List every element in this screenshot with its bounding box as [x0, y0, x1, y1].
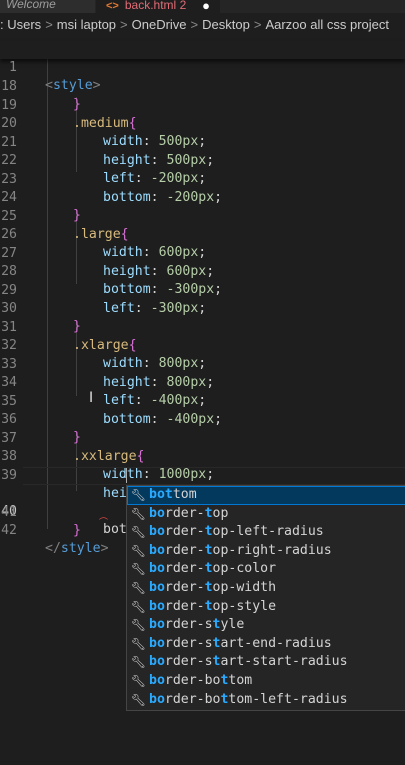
current-line-highlight — [23, 467, 405, 485]
error-squiggle-icon: ︵ — [99, 512, 109, 522]
sticky-scroll-line[interactable]: 1 <style> — [0, 41, 405, 93]
tab-bar: Welcome <> back.html 2 ● — [0, 0, 405, 13]
suggestion-label: border-top — [149, 505, 229, 521]
code-line[interactable]: 29 left: -300px; — [0, 264, 405, 316]
text-cursor — [126, 468, 127, 483]
breadcrumb-desktop[interactable]: Desktop — [202, 17, 250, 32]
suggestion-item[interactable]: 🔧︎ border-top-color — [127, 560, 405, 579]
html-file-icon: <> — [106, 0, 119, 12]
code-line[interactable]: 39 height: 1000px; — [0, 449, 405, 501]
suggestion-label: border-top-right-radius — [149, 542, 332, 558]
wrench-icon: 🔧︎ — [130, 655, 147, 670]
code-line[interactable]: 30 } — [0, 282, 405, 334]
code-line[interactable]: 28 bottom: -300px; — [0, 245, 405, 297]
code-line[interactable]: 23 bottom: -200px; — [0, 153, 405, 205]
breadcrumb-onedrive[interactable]: OneDrive — [132, 17, 187, 32]
code-line[interactable]: 34 left: -400px; — [0, 356, 405, 408]
wrench-icon: 🔧︎ — [130, 692, 147, 707]
code-line[interactable]: 36 } — [0, 393, 405, 445]
unsaved-dot-icon[interactable]: ● — [202, 0, 210, 13]
code-line[interactable]: 22 left: -200px; — [0, 134, 405, 186]
code-line[interactable]: 38 width: 1000px; — [0, 430, 405, 482]
current-code-line[interactable]: 40 bot — [0, 467, 405, 537]
code-line[interactable]: 32 width: 800px; — [0, 319, 405, 371]
suggestion-label: border-top-left-radius — [149, 524, 324, 540]
code-line[interactable]: 24 } — [0, 171, 405, 223]
suggestion-label: border-start-end-radius — [149, 635, 332, 651]
wrench-icon: 🔧︎ — [130, 636, 147, 651]
code-text: <style> — [45, 78, 101, 93]
code-line[interactable]: 31 .xlarge{ — [0, 301, 405, 353]
suggestion-label: border-bottom-left-radius — [149, 691, 348, 707]
code-text: bot — [103, 522, 127, 537]
suggestion-item[interactable]: 🔧︎ border-top-width — [127, 579, 405, 598]
code-line[interactable]: 26 width: 600px; — [0, 208, 405, 260]
suggestion-item[interactable]: 🔧︎ border-style — [127, 616, 405, 635]
suggestion-label: border-top-color — [149, 561, 277, 577]
chevron-right-icon: > — [190, 17, 199, 32]
code-line[interactable]: 27 height: 600px; — [0, 227, 405, 279]
breadcrumb-users[interactable]: Users — [7, 17, 41, 32]
suggestion-item[interactable]: 🔧︎ border-top-style — [127, 598, 405, 617]
suggestion-item[interactable]: 🔧︎ border-bottom — [127, 672, 405, 691]
suggestion-label: border-style — [149, 617, 245, 633]
suggestion-label: border-top-style — [149, 598, 277, 614]
suggestion-item[interactable]: 🔧︎ border-bottom-left-radius — [127, 691, 405, 710]
tab-label: back.html — [124, 0, 177, 12]
wrench-icon: 🔧︎ — [130, 543, 147, 558]
line-number: 42 — [1, 523, 17, 538]
suggestion-label: border-start-start-radius — [149, 654, 348, 670]
suggestion-item[interactable]: 🔧︎ bottom — [127, 486, 405, 505]
suggestion-item[interactable]: 🔧︎ border-top-left-radius — [127, 523, 405, 542]
suggestion-item[interactable]: 🔧︎ border-start-end-radius — [127, 635, 405, 654]
tab-back-html[interactable]: <> back.html 2 ● — [96, 0, 220, 13]
tab-welcome[interactable]: Welcome — [0, 0, 95, 13]
code-line[interactable]: 21 height: 500px; — [0, 116, 405, 168]
breadcrumb: : Users > msi laptop > OneDrive > Desktop > Aarz… — [0, 13, 405, 37]
wrench-icon: 🔧︎ — [130, 581, 147, 595]
suggestion-item[interactable]: 🔧︎ border-top-right-radius — [127, 542, 405, 561]
chevron-right-icon: > — [45, 17, 53, 32]
wrench-icon: 🔧︎ — [130, 618, 147, 633]
wrench-icon: 🔧︎ — [130, 488, 147, 502]
breadcrumb-project[interactable]: Aarzoo all css project — [265, 17, 389, 32]
code-line[interactable]: 37 .xxlarge{ — [0, 412, 405, 464]
code-line[interactable]: 18 } — [0, 60, 405, 112]
suggestion-label: border-top-width — [149, 580, 277, 595]
wrench-icon: 🔧︎ — [130, 674, 147, 688]
wrench-icon: 🔧︎ — [130, 562, 147, 577]
breadcrumb-msi-laptop[interactable]: msi laptop — [57, 17, 116, 32]
code-text: </style> — [45, 541, 109, 556]
suggestion-item[interactable]: 🔧︎ border-top — [127, 505, 405, 524]
suggestion-label: border-bottom — [149, 673, 253, 688]
suggestion-label: bottom — [149, 487, 197, 502]
wrench-icon: 🔧︎ — [130, 525, 147, 540]
wrench-icon: 🔧︎ — [130, 506, 147, 521]
mouse-ibeam-icon: I — [89, 390, 94, 406]
wrench-icon: 🔧︎ — [130, 599, 147, 614]
code-line[interactable]: 20 width: 500px; — [0, 97, 405, 149]
line-number: 1 — [9, 60, 17, 75]
chevron-right-icon: > — [253, 17, 262, 32]
autocomplete-suggest-widget[interactable]: 🔧︎ bottom 🔧︎ border-top 🔧︎ border-top-le… — [126, 485, 405, 711]
code-line[interactable]: 33 height: 800px; — [0, 338, 405, 390]
suggestion-item[interactable]: 🔧︎ border-start-start-radius — [127, 653, 405, 672]
problem-count-badge: 2 — [179, 0, 187, 12]
code-text: } — [73, 522, 81, 538]
chevron-right-icon: > — [120, 17, 128, 32]
code-line[interactable]: 35 bottom: -400px; — [0, 375, 405, 427]
code-line[interactable]: 25 .large{ — [0, 190, 405, 242]
